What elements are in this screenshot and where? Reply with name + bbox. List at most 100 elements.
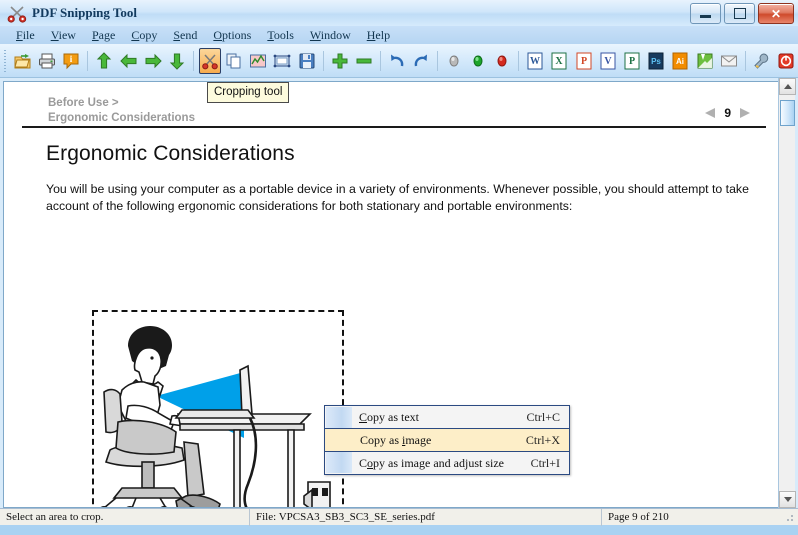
menu-view[interactable]: View <box>43 27 84 44</box>
zoom-out-button[interactable] <box>353 48 375 74</box>
powerpoint-export-button[interactable]: P <box>621 48 643 74</box>
print-button[interactable] <box>36 48 58 74</box>
toolbar-separator <box>744 50 746 71</box>
toolbar-separator <box>192 50 194 71</box>
page-content: Ergonomic Considerations You will be usi… <box>4 128 780 215</box>
minimize-icon <box>700 15 711 18</box>
menu-help[interactable]: Help <box>359 27 398 44</box>
crop-selection-marquee[interactable] <box>92 310 344 507</box>
next-page-icon[interactable] <box>740 108 750 118</box>
cropping-tool-button[interactable] <box>198 47 221 74</box>
open-file-button[interactable] <box>12 48 34 74</box>
arrow-down-button[interactable] <box>166 48 188 74</box>
svg-text:P: P <box>581 56 587 67</box>
photoshop-export-button[interactable]: Ps <box>645 48 667 74</box>
prev-page-icon[interactable] <box>705 108 716 118</box>
menu-page[interactable]: Page <box>84 27 123 44</box>
menu-item-copy-as-image-adjust-size[interactable]: Copy as image and adjust size Ctrl+I <box>325 452 569 474</box>
excel-export-button[interactable]: X <box>548 48 570 74</box>
menu-item-label: Copy as image and adjust size <box>359 455 504 470</box>
title-bar: PDF Snipping Tool ✕ <box>0 0 798 26</box>
menu-window[interactable]: Window <box>302 27 359 44</box>
intro-paragraph: You will be using your computer as a por… <box>46 182 749 213</box>
menu-item-label: Copy as image <box>360 432 432 447</box>
paint-export-button[interactable] <box>693 48 715 74</box>
scroll-up-icon <box>783 84 792 89</box>
status-hint: Select an area to crop. <box>0 508 250 526</box>
resize-grip[interactable] <box>783 511 795 523</box>
minimize-button[interactable] <box>690 3 721 24</box>
image-chart-button[interactable] <box>247 48 269 74</box>
menu-file[interactable]: File <box>8 27 43 44</box>
toolbar-separator <box>379 50 381 71</box>
status-file: File: VPCSA3_SB3_SC3_SE_series.pdf <box>250 508 602 526</box>
vertical-scrollbar[interactable] <box>778 78 796 508</box>
page-header: Before Use > Ergonomic Considerations 9 <box>22 82 766 128</box>
scroll-down-icon <box>783 497 792 502</box>
menu-item-accelerator: Ctrl+X <box>525 432 560 447</box>
mail-export-button[interactable] <box>718 48 740 74</box>
save-button[interactable] <box>295 48 317 74</box>
scissors-icon <box>6 3 28 23</box>
scroll-up-button[interactable] <box>779 78 796 95</box>
toolbar: i W X P V P Ps Ai <box>0 44 798 78</box>
page-navigation: 9 <box>705 106 750 120</box>
menu-tools[interactable]: Tools <box>259 27 302 44</box>
scrollbar-thumb[interactable] <box>780 100 795 126</box>
menu-options[interactable]: Options <box>205 27 259 44</box>
breadcrumb-line-2: Ergonomic Considerations <box>48 112 195 124</box>
status-red-button[interactable] <box>491 48 513 74</box>
document-viewport[interactable]: Before Use > Ergonomic Considerations 9 … <box>0 78 798 508</box>
cropping-tool-icon <box>202 53 218 69</box>
svg-text:Ai: Ai <box>676 57 684 66</box>
power-exit-button[interactable] <box>775 48 797 74</box>
breadcrumb: Before Use > Ergonomic Considerations <box>48 96 195 126</box>
current-page-number: 9 <box>724 106 731 120</box>
menu-item-copy-as-image[interactable]: Copy as image Ctrl+X <box>324 428 570 452</box>
window-title: PDF Snipping Tool <box>32 5 138 20</box>
status-green-button[interactable] <box>467 48 489 74</box>
illustrator-export-button[interactable]: Ai <box>669 48 691 74</box>
undo-button[interactable] <box>386 48 408 74</box>
word-export-button[interactable]: W <box>524 48 546 74</box>
toolbar-separator <box>518 50 520 71</box>
close-button[interactable]: ✕ <box>758 3 794 24</box>
tooltip: Cropping tool <box>207 82 290 103</box>
settings-wrench-button[interactable] <box>751 48 773 74</box>
window-controls: ✕ <box>690 3 794 24</box>
menu-copy[interactable]: Copy <box>123 27 165 44</box>
publisher-export-button[interactable]: P <box>573 48 595 74</box>
maximize-button[interactable] <box>724 3 755 24</box>
copy-pages-button[interactable] <box>223 48 245 74</box>
application-window: PDF Snipping Tool ✕ File View Page Copy … <box>0 0 798 535</box>
menu-send[interactable]: Send <box>165 27 205 44</box>
zoom-in-button[interactable] <box>328 48 350 74</box>
arrow-up-button[interactable] <box>93 48 115 74</box>
pdf-page[interactable]: Before Use > Ergonomic Considerations 9 … <box>3 81 781 508</box>
status-gray-button[interactable] <box>443 48 465 74</box>
arrow-right-button[interactable] <box>142 48 164 74</box>
toolbar-separator <box>437 50 438 71</box>
close-icon: ✕ <box>770 6 782 21</box>
svg-text:X: X <box>556 56 564 67</box>
menu-bar: File View Page Copy Send Options Tools W… <box>0 26 798 44</box>
select-area-button[interactable] <box>271 48 293 74</box>
info-button[interactable]: i <box>60 48 82 74</box>
scroll-down-button[interactable] <box>779 491 796 508</box>
menu-item-accelerator: Ctrl+I <box>530 455 560 470</box>
toolbar-separator <box>87 50 89 71</box>
toolbar-grip[interactable] <box>2 49 8 72</box>
svg-text:V: V <box>604 56 612 67</box>
visio-export-button[interactable]: V <box>597 48 619 74</box>
context-menu[interactable]: Copy as text Ctrl+C Copy as image Ctrl+X… <box>324 405 570 475</box>
status-bar: Select an area to crop. File: VPCSA3_SB3… <box>0 508 798 526</box>
svg-text:W: W <box>530 56 540 67</box>
menu-item-label: Copy as text <box>359 409 420 424</box>
page-title: Ergonomic Considerations <box>46 142 295 165</box>
redo-button[interactable] <box>410 48 432 74</box>
status-page: Page 9 of 210 <box>608 511 669 523</box>
menu-item-copy-as-text[interactable]: Copy as text Ctrl+C <box>325 406 569 428</box>
ergonomics-illustration <box>100 326 331 507</box>
menu-item-accelerator: Ctrl+C <box>526 409 560 424</box>
arrow-left-button[interactable] <box>117 48 139 74</box>
